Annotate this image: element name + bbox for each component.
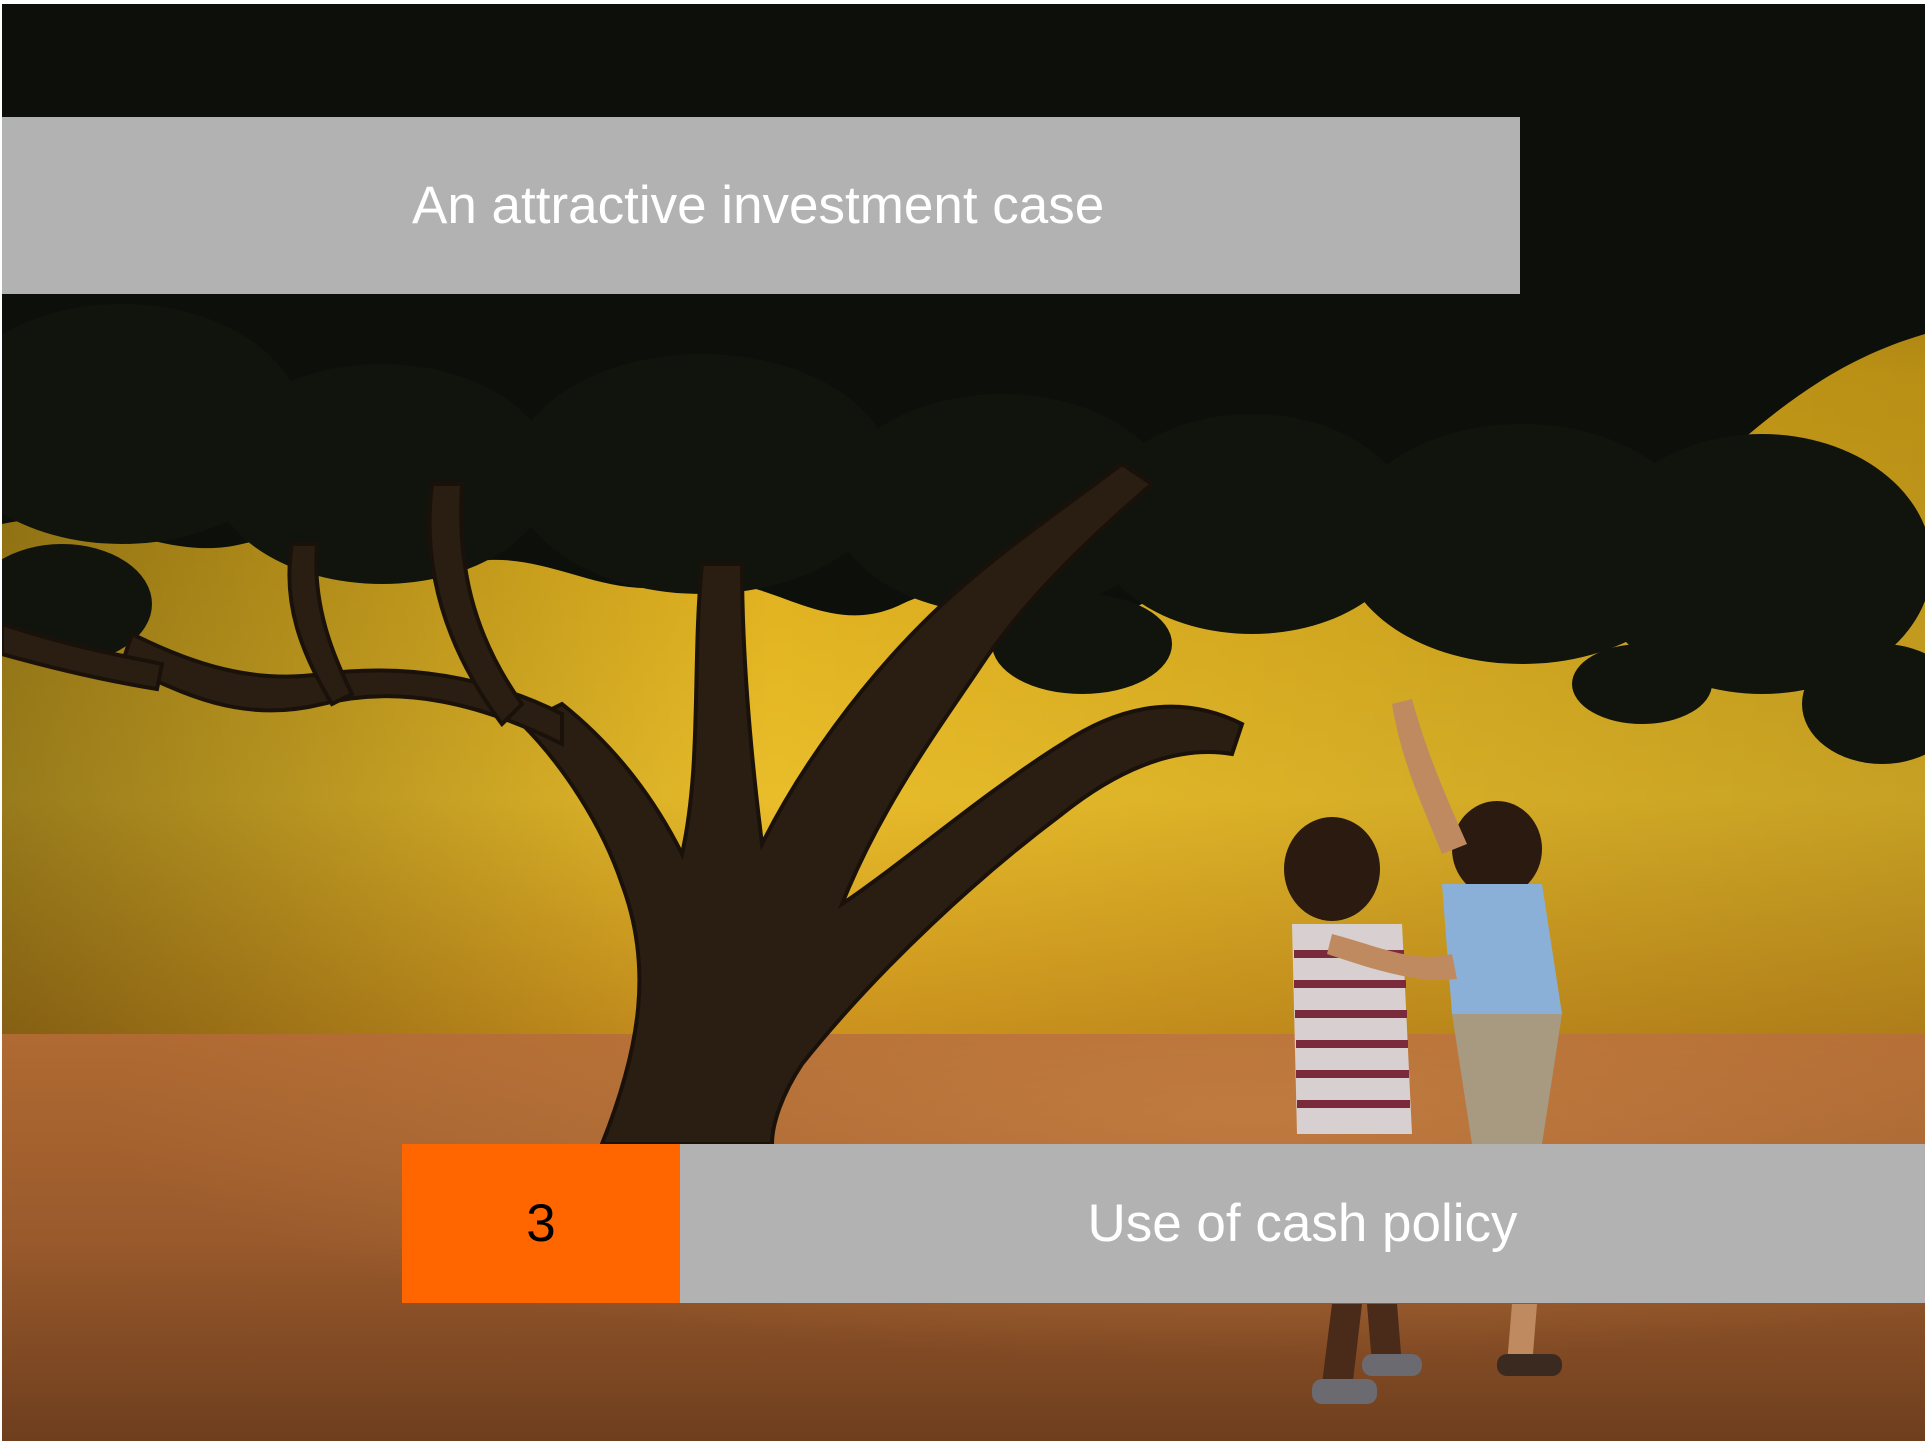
slide-title: An attractive investment case	[412, 176, 1105, 235]
section-title-bar: Use of cash policy	[680, 1144, 1925, 1303]
title-bar: An attractive investment case	[2, 117, 1520, 294]
section-title: Use of cash policy	[1087, 1194, 1518, 1253]
section-number: 3	[526, 1194, 556, 1253]
slide: An attractive investment case 3 Use of c…	[2, 4, 1925, 1441]
section-number-box: 3	[402, 1144, 680, 1303]
